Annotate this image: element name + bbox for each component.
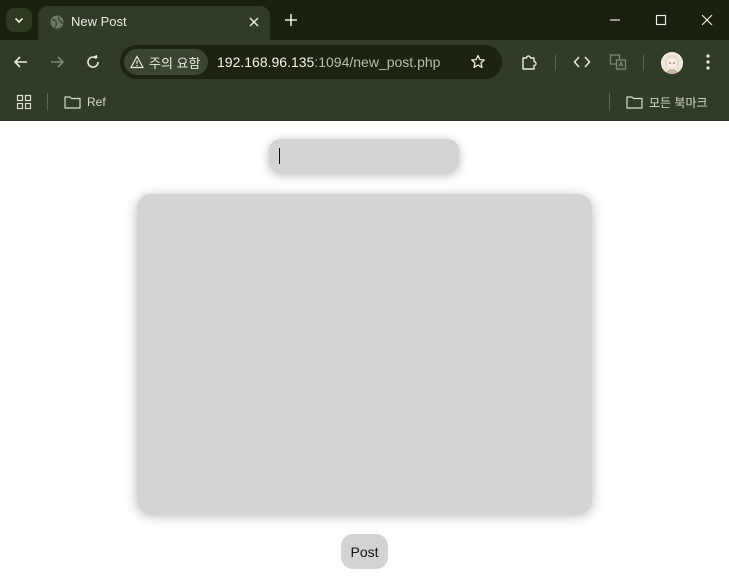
minimize-icon <box>610 19 620 21</box>
forward-button[interactable] <box>45 50 69 74</box>
all-bookmarks-button[interactable]: 모든 북마크 <box>626 92 708 112</box>
close-window-button[interactable] <box>684 0 729 40</box>
browser-toolbar: 주의 요함 192.168.96.135:1094/new_post.php <box>0 40 729 84</box>
bookmarks-separator <box>609 93 610 111</box>
url-host: 192.168.96.135 <box>217 54 315 70</box>
bookmarks-bar: Ref 모든 북마크 <box>0 84 729 121</box>
security-chip-label: 주의 요함 <box>149 55 201 71</box>
folder-icon <box>64 96 81 109</box>
toolbar-separator <box>643 55 644 71</box>
maximize-icon <box>655 14 667 26</box>
close-icon <box>249 17 259 27</box>
tab-title: New Post <box>71 14 127 29</box>
new-tab-button[interactable] <box>280 8 302 32</box>
tab-active[interactable]: New Post <box>38 6 270 40</box>
bookmark-folder-ref[interactable]: Ref <box>64 92 106 112</box>
plus-icon <box>285 14 297 26</box>
reload-button[interactable] <box>81 50 105 74</box>
post-content-textarea[interactable] <box>137 194 592 514</box>
puzzle-icon <box>522 55 537 70</box>
url-text[interactable]: 192.168.96.135:1094/new_post.php <box>217 54 440 71</box>
chevron-down-icon <box>14 17 24 24</box>
back-button[interactable] <box>9 50 33 74</box>
arrow-left-icon <box>13 56 27 68</box>
tab-strip: New Post <box>0 0 729 40</box>
maximize-button[interactable] <box>638 0 684 40</box>
devtools-button[interactable] <box>570 50 594 74</box>
bookmark-star-button[interactable] <box>468 52 488 72</box>
minimize-button[interactable] <box>592 0 638 40</box>
bookmarks-separator <box>47 93 48 111</box>
reload-icon <box>87 54 99 68</box>
address-bar[interactable]: 주의 요함 192.168.96.135:1094/new_post.php <box>120 45 502 79</box>
globe-icon <box>50 15 64 29</box>
url-path: :1094/new_post.php <box>314 54 441 70</box>
tab-search-button[interactable] <box>6 8 32 32</box>
all-bookmarks-label: 모든 북마크 <box>649 95 708 110</box>
translate-icon <box>609 54 627 70</box>
extensions-button[interactable] <box>517 50 541 74</box>
arrow-right-icon <box>51 56 65 68</box>
warning-icon <box>130 55 144 69</box>
toolbar-separator <box>555 55 556 71</box>
post-button[interactable]: Post <box>341 534 388 569</box>
profile-avatar[interactable] <box>661 52 683 74</box>
close-icon <box>701 14 713 26</box>
menu-button[interactable] <box>696 50 720 74</box>
page-content: Post <box>0 121 729 578</box>
folder-icon <box>626 96 643 109</box>
star-icon <box>471 54 485 69</box>
tab-close-button[interactable] <box>244 12 264 32</box>
avatar-icon <box>661 52 683 74</box>
translate-button[interactable] <box>606 50 630 74</box>
post-title-input[interactable] <box>269 139 459 173</box>
apps-grid-icon <box>16 94 32 110</box>
kebab-menu-icon <box>706 54 710 70</box>
code-icon <box>573 56 591 68</box>
security-chip[interactable]: 주의 요함 <box>124 49 209 75</box>
apps-button[interactable] <box>16 92 32 112</box>
text-caret <box>279 148 280 164</box>
bookmark-label: Ref <box>87 95 106 109</box>
